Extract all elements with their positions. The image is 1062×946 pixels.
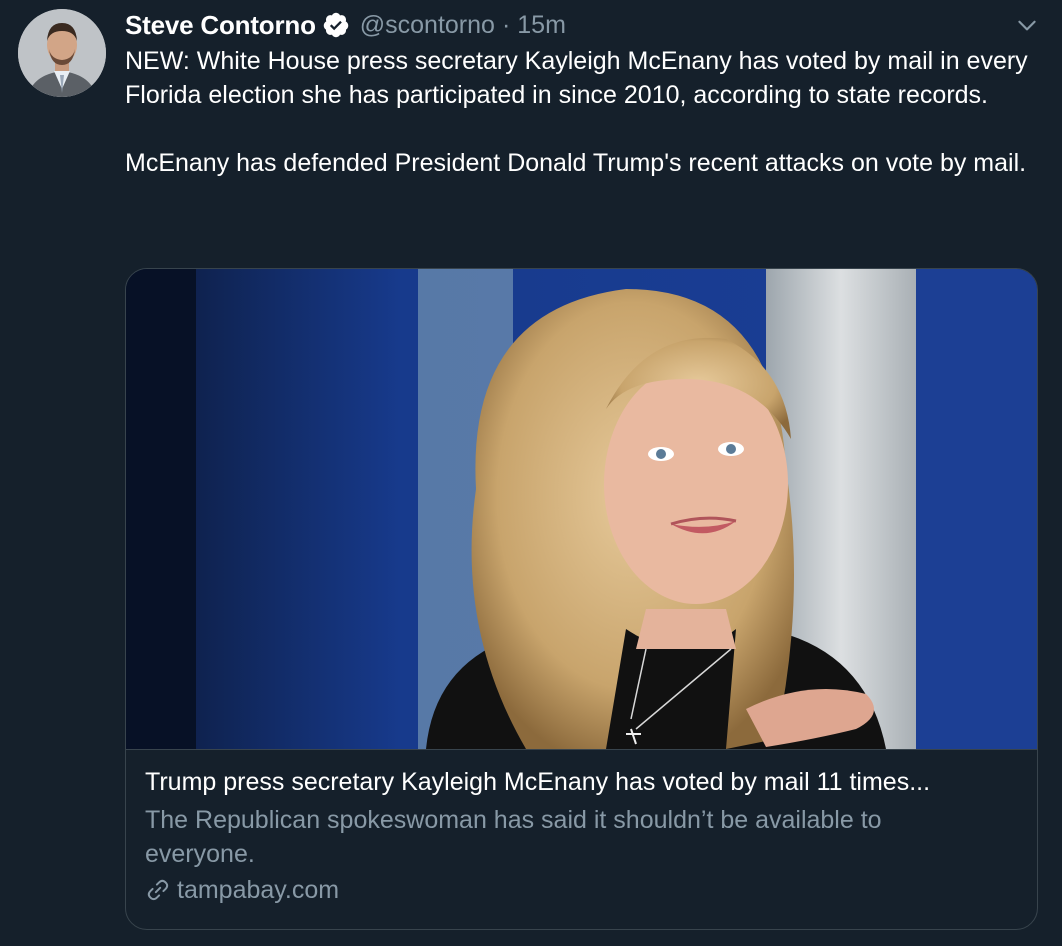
avatar[interactable] xyxy=(18,9,106,97)
tweet-text-paragraph: NEW: White House press secretary Kayleig… xyxy=(125,47,1028,109)
card-domain[interactable]: tampabay.com xyxy=(145,873,1025,907)
separator-dot: · xyxy=(501,10,511,39)
tweet-timestamp[interactable]: 15m xyxy=(517,11,566,40)
chevron-down-icon[interactable] xyxy=(1014,12,1040,38)
tweet-text-paragraph: McEnany has defended President Donald Tr… xyxy=(125,149,1027,177)
card-domain-text: tampabay.com xyxy=(177,876,340,904)
avatar-photo-icon xyxy=(18,9,106,97)
link-preview-card[interactable]: Trump press secretary Kayleigh McEnany h… xyxy=(125,268,1038,930)
tweet: Steve Contorno @scontorno · 15m NEW: Whi… xyxy=(0,0,1062,946)
card-title[interactable]: Trump press secretary Kayleigh McEnany h… xyxy=(145,765,1025,799)
author-handle[interactable]: @scontorno xyxy=(360,11,495,40)
card-body: Trump press secretary Kayleigh McEnany h… xyxy=(145,765,1025,907)
tweet-text: NEW: White House press secretary Kayleig… xyxy=(125,44,1045,180)
card-image[interactable] xyxy=(126,269,1037,750)
link-icon xyxy=(147,879,169,901)
verified-badge-icon xyxy=(322,11,350,39)
article-photo-icon xyxy=(126,269,1037,749)
display-name[interactable]: Steve Contorno xyxy=(125,10,316,41)
card-description: The Republican spokeswoman has said it s… xyxy=(145,806,882,868)
tweet-header: Steve Contorno @scontorno · 15m xyxy=(125,8,566,42)
